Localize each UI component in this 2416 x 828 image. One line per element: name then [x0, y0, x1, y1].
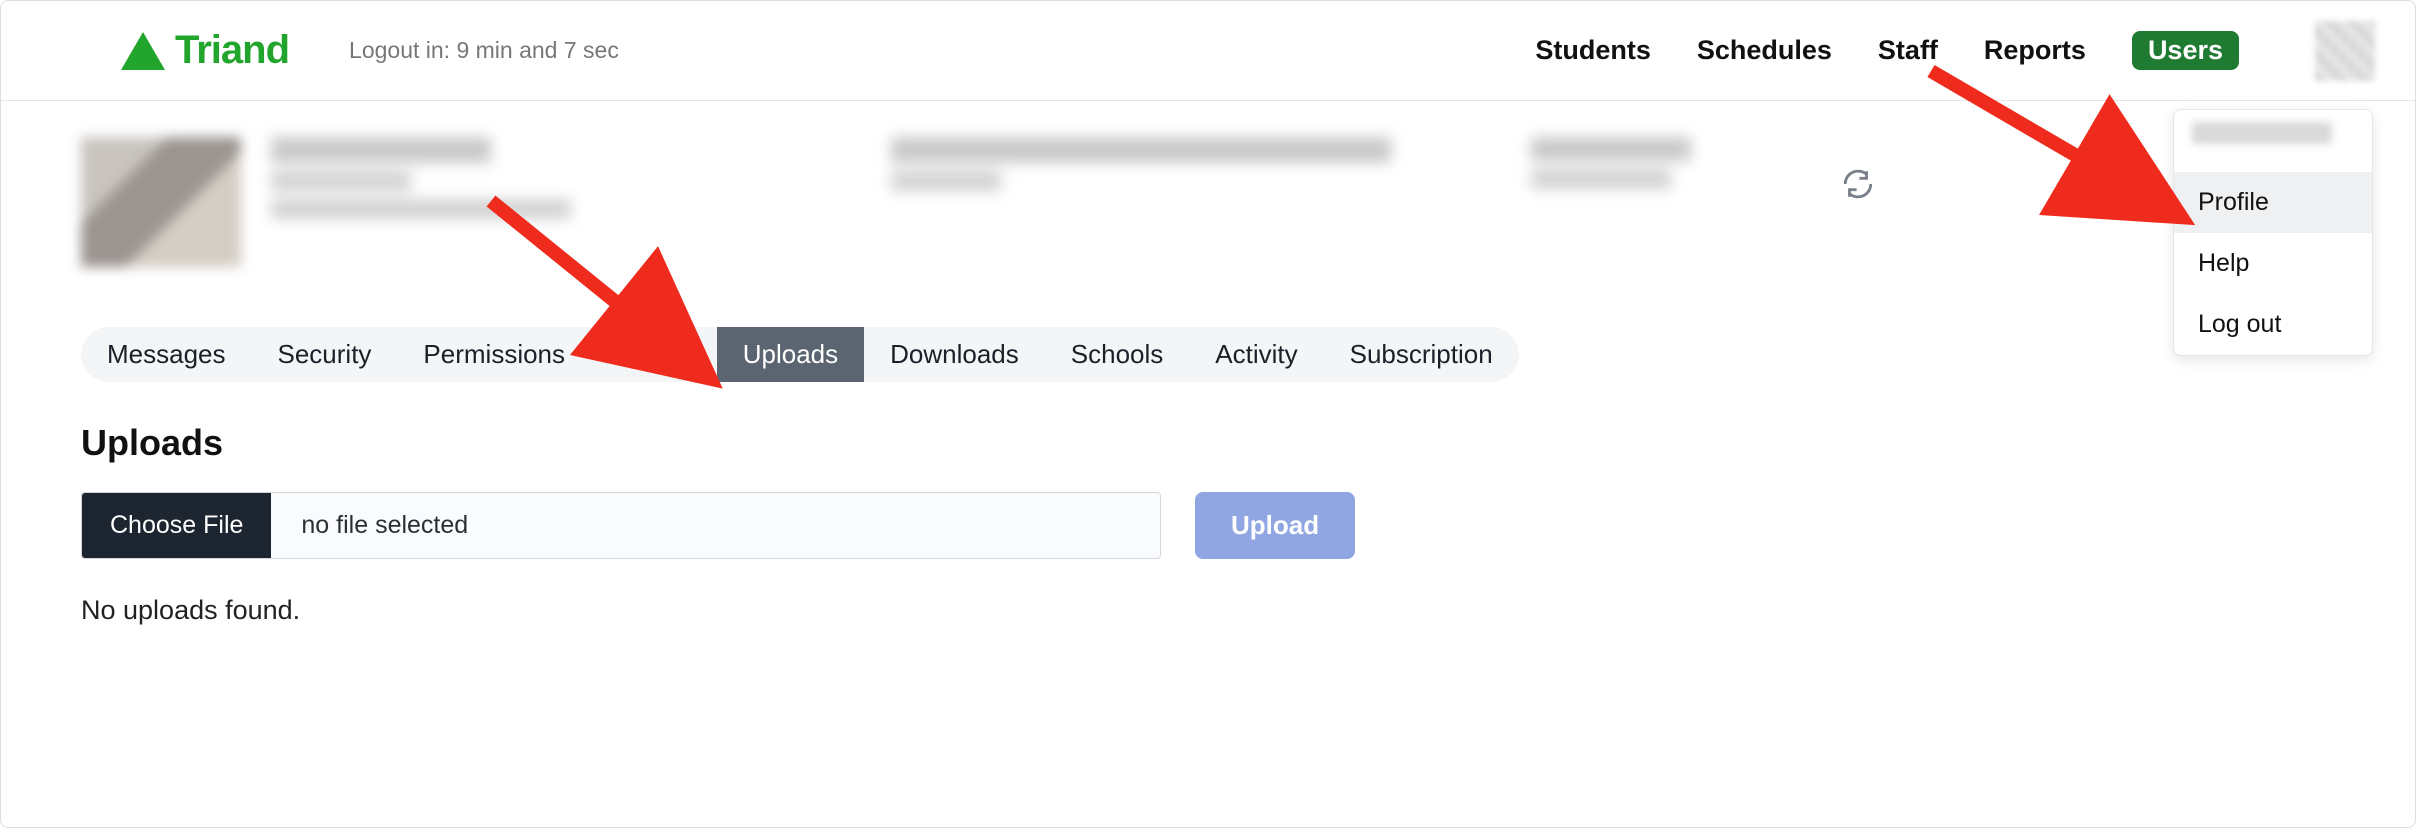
user-info-redacted	[271, 137, 571, 219]
choose-file-button[interactable]: Choose File	[82, 493, 271, 558]
empty-state-message: No uploads found.	[81, 595, 2295, 626]
user-summary-row	[81, 137, 2295, 267]
nav-users[interactable]: Users	[2132, 31, 2239, 70]
tab-subscription[interactable]: Subscription	[1324, 327, 1519, 382]
brand-name: Triand	[175, 28, 289, 73]
upload-button[interactable]: Upload	[1195, 492, 1355, 559]
nav-students[interactable]: Students	[1535, 35, 1651, 66]
nav-schedules[interactable]: Schedules	[1697, 35, 1832, 66]
logout-timer: Logout in: 9 min and 7 sec	[349, 37, 619, 64]
profile-tabs: Messages Security Permissions Profile Up…	[81, 327, 1519, 382]
user-photo	[81, 137, 241, 267]
tab-uploads[interactable]: Uploads	[717, 327, 864, 382]
refresh-button[interactable]	[1841, 137, 1875, 206]
tab-schools[interactable]: Schools	[1045, 327, 1190, 382]
tab-activity[interactable]: Activity	[1189, 327, 1323, 382]
tab-security[interactable]: Security	[252, 327, 398, 382]
file-picker: Choose File no file selected	[81, 492, 1161, 559]
tab-profile[interactable]: Profile	[591, 327, 717, 382]
page-title: Uploads	[81, 422, 2295, 464]
nav-reports[interactable]: Reports	[1984, 35, 2086, 66]
user-status-redacted	[1531, 137, 1691, 189]
refresh-icon	[1841, 188, 1875, 205]
brand-logo[interactable]: Triand	[121, 28, 289, 73]
tab-messages[interactable]: Messages	[81, 327, 252, 382]
file-status-label: no file selected	[271, 493, 1160, 558]
tab-downloads[interactable]: Downloads	[864, 327, 1045, 382]
nav-staff[interactable]: Staff	[1878, 35, 1938, 66]
avatar[interactable]	[2315, 21, 2375, 81]
user-meta-redacted	[891, 137, 1391, 191]
tab-permissions[interactable]: Permissions	[397, 327, 591, 382]
triangle-icon	[121, 32, 165, 70]
